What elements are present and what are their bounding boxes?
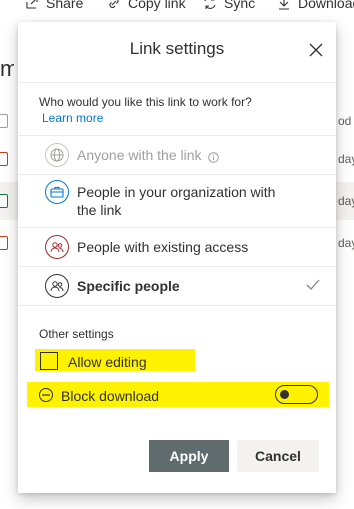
copy-link-label: Copy link [128,0,186,11]
option-people-in-organization[interactable]: People in your organization with the lin… [18,175,336,227]
option-label: People in your organization with the lin… [77,184,276,218]
modified-fragment: day [338,194,354,208]
page-heading-fragment: m [0,56,14,81]
download-icon [276,0,292,11]
option-label: People with existing access [77,239,249,255]
other-settings-title: Other settings [39,327,114,341]
learn-more-link[interactable]: Learn more [42,111,103,125]
share-label: Share [46,0,84,11]
toggle-knob [280,390,289,399]
sync-command[interactable]: Sync [202,0,255,11]
link-icon [106,0,122,11]
allow-editing-label[interactable]: Allow editing [68,354,147,370]
allow-editing-checkbox[interactable] [40,352,58,370]
link-settings-dialog: Link settings Who would you like this li… [18,22,336,493]
people-icon [45,274,69,298]
option-specific-people[interactable]: Specific people [18,267,336,305]
sync-icon [202,0,218,11]
dialog-title: Link settings [129,39,225,58]
option-label: Anyone with the link [77,147,202,163]
option-people-with-existing-access[interactable]: People with existing access [18,228,336,266]
globe-icon [45,143,69,167]
download-command[interactable]: Download [276,0,354,11]
command-bar: Share Copy link Sync Download [0,0,354,14]
file-icon [0,236,8,250]
checkmark-icon [306,278,320,296]
block-icon [39,388,53,402]
header-divider [18,82,336,83]
copy-link-command[interactable]: Copy link [106,0,186,11]
briefcase-icon [45,180,69,204]
cancel-button[interactable]: Cancel [237,440,319,472]
file-icon [0,114,8,128]
share-command[interactable]: Share [24,0,83,11]
option-divider [18,305,336,306]
people-icon [45,235,69,259]
close-icon [309,43,323,57]
audience-question: Who would you like this link to work for… [39,95,252,109]
option-anyone-with-link[interactable]: Anyone with the link [18,136,336,174]
column-header-fragment: od [338,114,352,128]
sync-label: Sync [224,0,256,11]
modified-fragment: day [338,236,354,250]
option-label: Specific people [77,278,180,294]
info-icon[interactable] [208,150,219,168]
share-icon [24,0,40,11]
download-label: Download [298,0,354,11]
block-download-label: Block download [61,388,160,404]
apply-button[interactable]: Apply [149,440,229,472]
close-button[interactable] [306,40,326,60]
file-icon [0,194,8,208]
block-download-toggle[interactable] [275,385,318,404]
file-icon [0,152,8,166]
modified-fragment: day [338,152,354,166]
